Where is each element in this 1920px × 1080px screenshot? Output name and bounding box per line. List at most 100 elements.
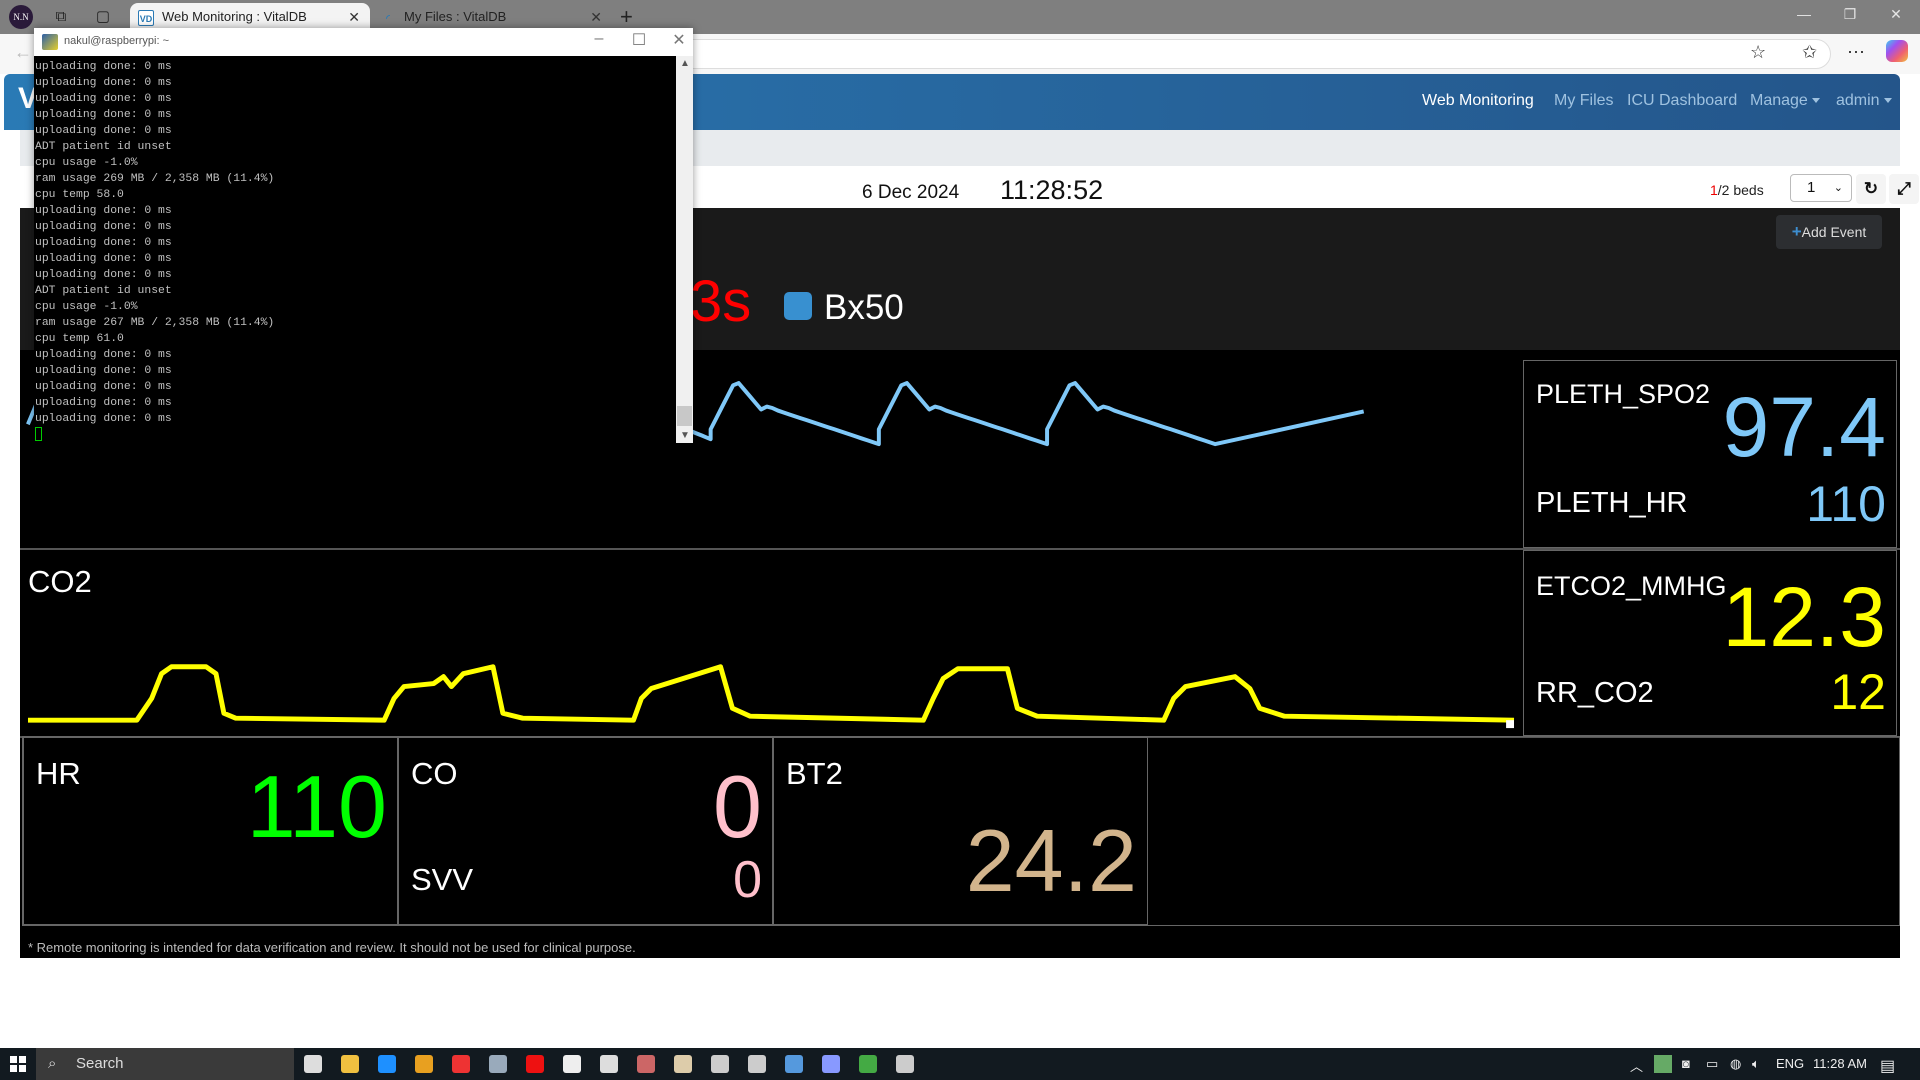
terminal-close-button[interactable]: ✕ [664,30,694,50]
time-label: 11:28:52 [1000,175,1104,205]
refresh-button[interactable]: ↻ [1856,174,1886,204]
tab-label: My Files : VitalDB [404,9,507,24]
volume-icon[interactable]: 🔈︎ [1752,1056,1760,1072]
terminal-line: uploading done: 0 ms [35,365,172,377]
close-tab-icon[interactable]: ✕ [590,3,602,31]
terminal-maximize-button[interactable]: ☐ [624,30,654,50]
tray-app-icon[interactable] [1654,1055,1672,1073]
vnc-icon[interactable] [859,1055,877,1073]
file-explorer-icon[interactable] [341,1055,359,1073]
tab-actions-icon[interactable]: ▢ [94,8,112,26]
vivaldi-icon[interactable] [452,1055,470,1073]
refresh-icon: ↻ [1863,179,1879,198]
search-icon: ⌕ [48,1055,57,1072]
camera-icon[interactable]: ◙ [1682,1056,1690,1071]
terminal-line: uploading done: 0 ms [35,93,172,105]
hr-box: HR 110 [23,737,398,925]
terminal-line: uploading done: 0 ms [35,205,172,217]
update-timer: 3s [690,269,752,334]
hr-label: HR [36,756,81,791]
terminal-output[interactable]: uploading done: 0 ms uploading done: 0 ms… [34,56,676,443]
add-event-button[interactable]: +Add Event [1776,215,1882,249]
terminal-line: uploading done: 0 ms [35,125,172,137]
co2-numeric-panel: ETCO2_MMHG 12.3 RR_CO2 12 [1523,550,1897,736]
co2-wave-label: CO2 [28,564,92,599]
param-label: PLETH_SPO2 [1536,379,1711,409]
app-5-icon[interactable] [489,1055,507,1073]
terminal-line: ADT patient id unset [35,285,172,297]
vitaldb-favicon: VD [138,10,154,26]
terminal-scrollbar[interactable]: ▲ ▼ [676,56,693,443]
terminal-line: uploading done: 0 ms [35,397,172,409]
hr-value: 110 [246,757,387,856]
language-indicator[interactable]: ENG [1776,1056,1804,1071]
beds-count: 1/2 beds [1710,182,1764,198]
favorite-star-icon[interactable]: ☆ [1750,42,1766,63]
close-window-button[interactable]: ✕ [1876,6,1916,23]
notepad-icon[interactable] [563,1055,581,1073]
app-8-icon[interactable] [600,1055,618,1073]
favorites-icon[interactable]: ✩ [1802,42,1817,63]
tray-overflow-icon[interactable]: ︿ [1630,1056,1643,1075]
nav-admin[interactable]: admin [1836,92,1892,110]
beds-current: 1 [1710,182,1718,198]
close-tab-icon[interactable]: ✕ [348,3,360,31]
new-tab-button[interactable]: + [620,4,633,30]
fullscreen-button[interactable]: ⤢ [1889,174,1919,204]
svv-value: 0 [733,851,762,909]
terminal-title-bar[interactable]: nakul@raspberrypi: ~ – ☐ ✕ [34,28,693,56]
bt2-box: BT2 24.2 [773,737,1148,925]
scroll-thumb[interactable] [677,406,692,426]
workspaces-icon[interactable]: ⧉ [52,8,70,26]
taskbar-clock[interactable]: 11:28 AM [1813,1056,1867,1071]
opera-icon[interactable] [526,1055,544,1073]
app-14-icon[interactable] [822,1055,840,1073]
minimize-window-button[interactable]: — [1784,6,1824,22]
co-label: CO [411,756,458,791]
restore-window-button[interactable]: ❐ [1830,6,1870,23]
windows-start-icon[interactable] [10,1056,26,1072]
terminal-line: uploading done: 0 ms [35,237,172,249]
terminal-line: cpu temp 58.0 [35,189,124,201]
scroll-up-icon[interactable]: ▲ [680,58,690,69]
disclaimer: * Remote monitoring is intended for data… [28,940,636,955]
beds-total: /2 beds [1717,182,1764,198]
terminal-window[interactable]: nakul@raspberrypi: ~ – ☐ ✕ uploading don… [34,28,693,443]
back-icon[interactable]: ← [14,42,32,63]
keyboard-icon[interactable] [785,1055,803,1073]
terminal-line: uploading done: 0 ms [35,349,172,361]
nav-web-monitoring[interactable]: Web Monitoring [1422,92,1534,110]
edge-icon[interactable] [378,1055,396,1073]
nav-manage[interactable]: Manage [1750,92,1820,110]
nav-my-files[interactable]: My Files [1554,92,1614,110]
calculator-icon[interactable] [711,1055,729,1073]
terminal-minimize-button[interactable]: – [584,30,614,48]
terminal-line: uploading done: 0 ms [35,253,172,265]
putty-icon[interactable] [674,1055,692,1073]
svv-label: SVV [411,862,474,897]
battery-icon[interactable]: ▭ [1706,1056,1718,1072]
app-9-icon[interactable] [637,1055,655,1073]
terminal-line: cpu usage -1.0% [35,301,138,313]
terminal-title: nakul@raspberrypi: ~ [64,35,170,47]
copilot-icon[interactable] [1886,40,1908,62]
task-view-icon[interactable] [304,1055,322,1073]
network-icon[interactable]: ◍ [1730,1056,1741,1072]
more-icon[interactable]: ⋯ [1847,42,1865,63]
app-12-icon[interactable] [748,1055,766,1073]
co-box: CO 0 SVV 0 [398,737,773,925]
taskbar-search[interactable]: ⌕ Search [36,1048,294,1080]
loading-spinner-icon: ◜ [386,13,390,23]
scroll-down-icon[interactable]: ▼ [680,430,690,441]
profile-avatar[interactable]: N.N [9,5,33,29]
bed-select[interactable]: 1 ⌄ [1790,174,1852,202]
etco2-value: 12.3 [1722,570,1887,664]
nav-icu-dashboard[interactable]: ICU Dashboard [1627,92,1737,110]
co2-waveform [27,664,1515,729]
date-label: 6 Dec 2024 [862,182,960,203]
chrome-icon[interactable] [415,1055,433,1073]
bed-select-value: 1 [1807,179,1816,196]
param-label: RR_CO2 [1536,677,1654,709]
notifications-icon[interactable]: ▤ [1880,1056,1895,1076]
terminal-icon[interactable] [896,1055,914,1073]
